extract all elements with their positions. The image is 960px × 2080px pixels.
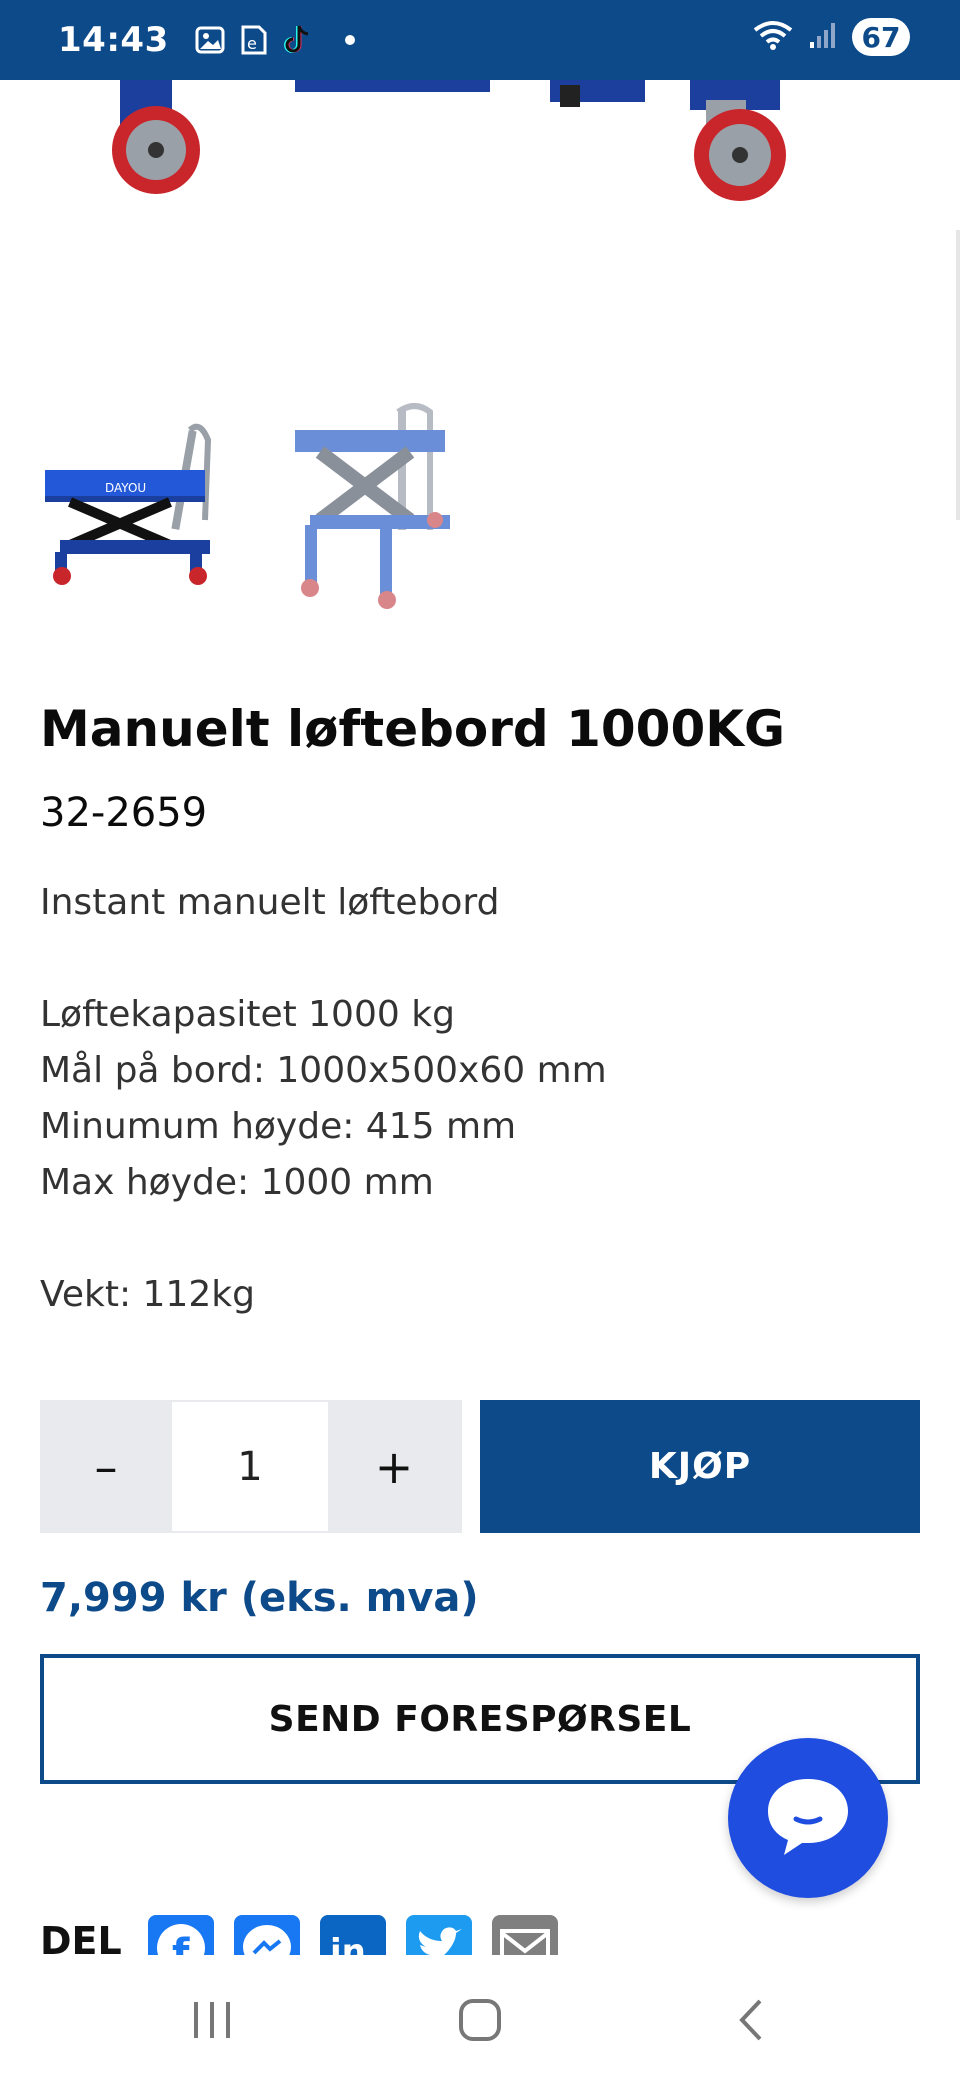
battery-indicator: 67 — [852, 18, 910, 56]
scroll-indicator — [956, 230, 960, 520]
share-row: DEL f in — [40, 1915, 920, 1955]
product-main-image[interactable] — [0, 80, 960, 380]
back-icon — [739, 1999, 762, 2041]
status-time: 14:43 — [58, 20, 169, 60]
tiktok-icon — [281, 23, 315, 57]
twitter-icon[interactable] — [405, 1915, 472, 1955]
thumbnail-1[interactable]: DAYOU — [40, 400, 260, 620]
product-weight: Vekt: 112kg — [40, 1274, 255, 1315]
system-navigation-bar — [0, 1960, 960, 2080]
thumbnail-2[interactable] — [290, 400, 510, 620]
buy-button[interactable]: KJØP — [480, 1400, 920, 1533]
svg-text:e: e — [247, 34, 257, 53]
image-thumbnails: DAYOU — [40, 400, 510, 620]
quantity-stepper: – 1 + — [40, 1400, 462, 1533]
gallery-icon — [193, 23, 227, 57]
wifi-icon — [752, 19, 794, 55]
decrease-quantity-button[interactable]: – — [40, 1400, 172, 1533]
email-icon[interactable] — [491, 1915, 558, 1955]
notification-dot-icon — [344, 35, 355, 45]
product-sku: 32-2659 — [40, 790, 208, 836]
facebook-icon[interactable]: f — [147, 1915, 214, 1955]
quantity-input[interactable]: 1 — [172, 1402, 328, 1531]
home-button[interactable] — [440, 1985, 520, 2055]
recent-apps-icon — [194, 2002, 230, 2038]
spec-line: Mål på bord: 1000x500x60 mm — [40, 1050, 607, 1091]
product-description: Instant manuelt løftebord Løftekapasitet… — [40, 875, 607, 1323]
chat-bubble-icon — [762, 1773, 854, 1863]
messenger-icon[interactable] — [233, 1915, 300, 1955]
svg-text:f: f — [172, 1931, 190, 1955]
description-intro: Instant manuelt løftebord — [40, 882, 500, 923]
linkedin-icon[interactable]: in — [319, 1915, 386, 1955]
spec-line: Løftekapasitet 1000 kg — [40, 994, 455, 1035]
spec-line: Max høyde: 1000 mm — [40, 1162, 434, 1203]
signal-icon — [808, 20, 838, 54]
status-bar: 14:43 e 67 — [0, 0, 960, 80]
back-button[interactable] — [710, 1985, 790, 2055]
product-title: Manuelt løftebord 1000KG — [40, 700, 786, 758]
recent-apps-button[interactable] — [172, 1985, 252, 2055]
e-notification-icon: e — [237, 23, 271, 57]
increase-quantity-button[interactable]: + — [328, 1400, 460, 1533]
home-icon — [459, 1999, 501, 2041]
svg-text:DAYOU: DAYOU — [105, 481, 146, 495]
chat-button[interactable] — [728, 1738, 888, 1898]
svg-text:in: in — [330, 1932, 366, 1955]
spec-line: Minumum høyde: 415 mm — [40, 1106, 517, 1147]
product-price: 7,999 kr (eks. mva) — [40, 1575, 479, 1621]
share-label: DEL — [40, 1919, 122, 1955]
